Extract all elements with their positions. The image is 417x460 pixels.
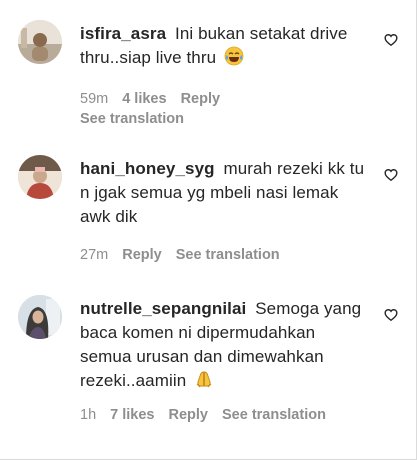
avatar[interactable] <box>18 295 62 339</box>
see-translation-link[interactable]: See translation <box>222 405 326 425</box>
comment-username[interactable]: hani_honey_syg <box>80 159 215 178</box>
comments-panel: isfira_asra Ini bukan setakat drive thru… <box>0 0 417 460</box>
heart-icon[interactable] <box>384 308 398 322</box>
comment-time: 1h <box>80 407 97 423</box>
likes-count[interactable]: 4 likes <box>122 89 166 109</box>
heart-icon[interactable] <box>384 168 398 182</box>
see-translation-link[interactable]: See translation <box>80 109 184 129</box>
avatar-image <box>18 155 62 199</box>
avatar[interactable] <box>18 20 62 64</box>
likes-count[interactable]: 7 likes <box>110 405 154 425</box>
comment-time: 27m <box>80 247 109 263</box>
avatar-image <box>18 20 62 64</box>
comment-meta: 27m Reply See translation <box>80 245 280 265</box>
avatar-image <box>18 295 62 339</box>
praying-hands-emoji-icon <box>194 369 214 396</box>
avatar[interactable] <box>18 155 62 199</box>
comment-meta: 59m 4 likes Reply <box>80 89 220 109</box>
reply-button[interactable]: Reply <box>181 89 221 109</box>
comment-body: isfira_asra Ini bukan setakat drive thru… <box>80 22 370 73</box>
comment-body: hani_honey_syg murah rezeki kk tu n jgak… <box>80 157 370 229</box>
reply-button[interactable]: Reply <box>122 245 162 265</box>
comment-meta: 1h 7 likes Reply See translation <box>80 405 326 425</box>
comment-username[interactable]: isfira_asra <box>80 24 166 43</box>
comment-username[interactable]: nutrelle_sepangnilai <box>80 299 246 318</box>
heart-icon[interactable] <box>384 33 398 47</box>
comment-body: nutrelle_sepangnilai Semoga yang baca ko… <box>80 297 370 396</box>
laughing-tears-emoji-icon <box>224 46 244 73</box>
reply-button[interactable]: Reply <box>168 405 208 425</box>
comment-time: 59m <box>80 91 109 107</box>
see-translation-link[interactable]: See translation <box>176 245 280 265</box>
